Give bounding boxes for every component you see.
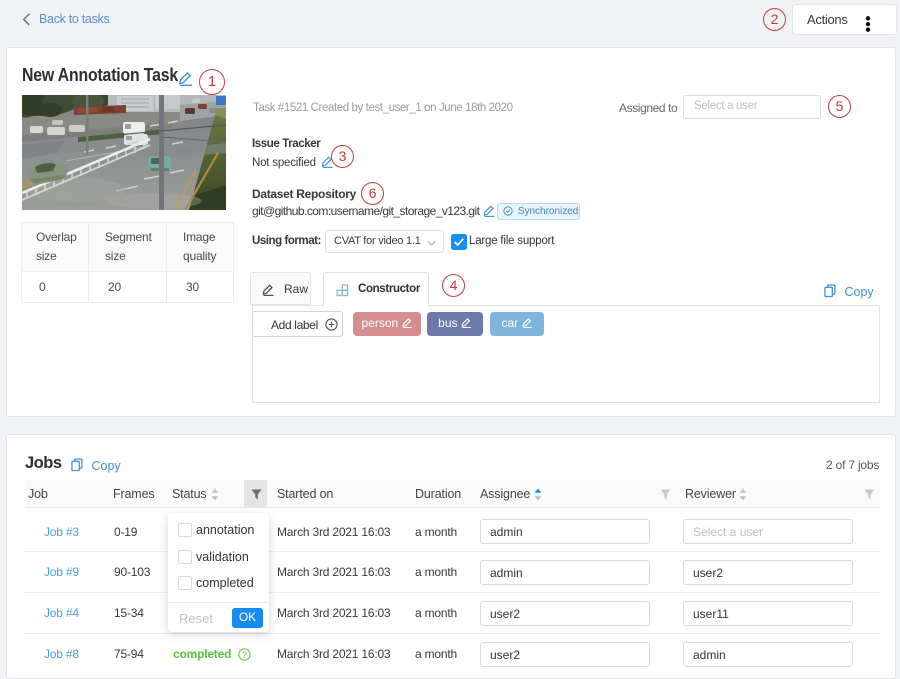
svg-text:?: ? [242,649,247,659]
